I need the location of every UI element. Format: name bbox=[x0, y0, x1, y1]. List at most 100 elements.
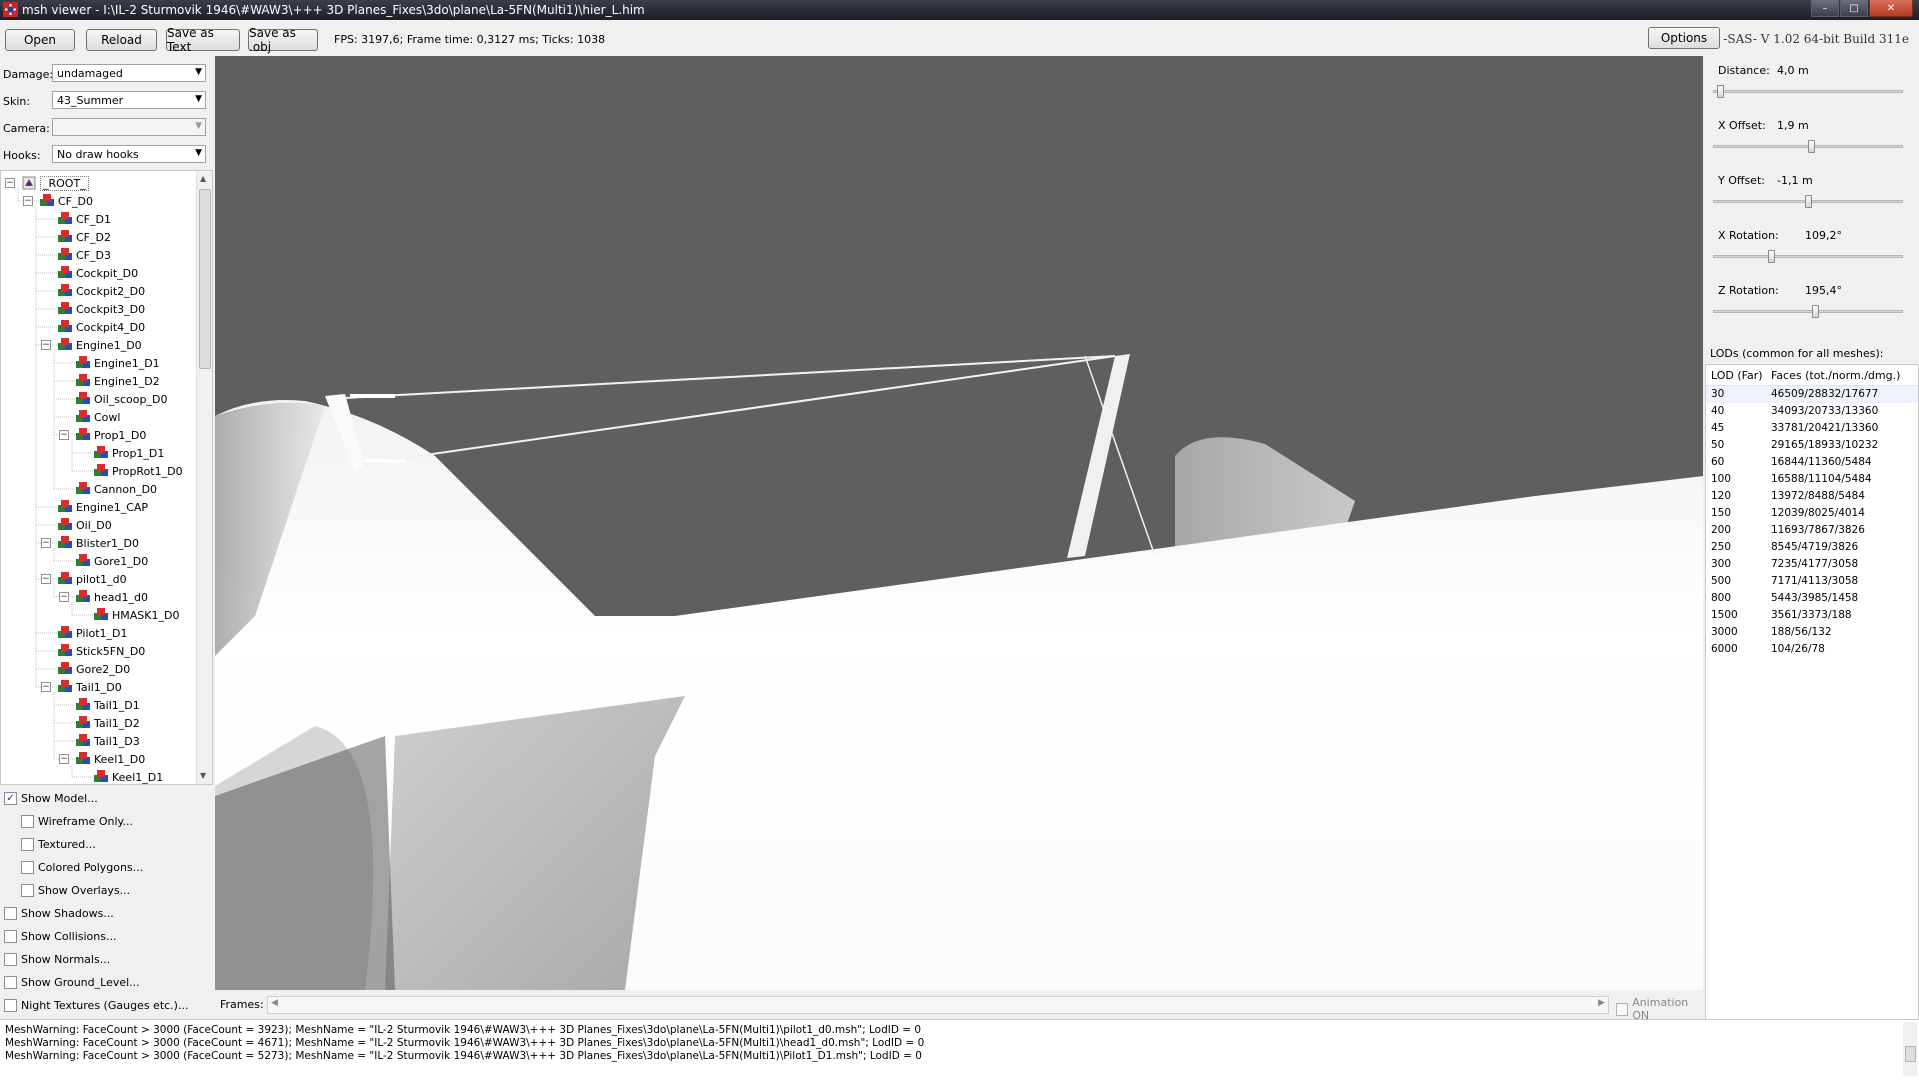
lod-row[interactable]: 60 16844/11360/5484 bbox=[1706, 454, 1918, 471]
lod-row[interactable]: 150 12039/8025/4014 bbox=[1706, 505, 1918, 522]
tree-expander-icon[interactable]: − bbox=[41, 682, 51, 692]
tree-expander-icon[interactable]: − bbox=[59, 592, 69, 602]
option-checkbox-row[interactable]: Show Ground_Level... bbox=[4, 973, 140, 991]
tree-node[interactable]: Cockpit2_D0 bbox=[57, 282, 145, 300]
tree-node[interactable]: Tail1_D2 bbox=[75, 714, 140, 732]
tree-node[interactable]: Oil_D0 bbox=[57, 516, 112, 534]
checkbox-icon[interactable] bbox=[21, 837, 34, 851]
skin-select[interactable]: 43_Summer ▼ bbox=[52, 91, 206, 109]
tree-node[interactable]: Keel1_D1 bbox=[93, 768, 163, 784]
tree-expander-icon[interactable]: − bbox=[41, 340, 51, 350]
camera-select[interactable]: ▼ bbox=[52, 118, 206, 136]
tree-node[interactable]: − Tail1_D0 bbox=[41, 678, 122, 696]
lod-row[interactable]: 800 5443/3985/1458 bbox=[1706, 590, 1918, 607]
tree-node[interactable]: Cockpit3_D0 bbox=[57, 300, 145, 318]
hooks-select[interactable]: No draw hooks ▼ bbox=[52, 145, 206, 163]
tree-node[interactable]: Pilot1_D1 bbox=[57, 624, 128, 642]
slider-handle[interactable] bbox=[1805, 195, 1812, 208]
frames-left-arrow-icon[interactable]: ◀ bbox=[271, 998, 278, 1008]
tree-node[interactable]: − head1_d0 bbox=[59, 588, 148, 606]
tree-node[interactable]: Cockpit_D0 bbox=[57, 264, 138, 282]
tree-node[interactable]: CF_D1 bbox=[57, 210, 111, 228]
tree-node[interactable]: Engine1_D1 bbox=[75, 354, 160, 372]
tree-expander-icon[interactable]: − bbox=[23, 196, 33, 206]
lod-row[interactable]: 30 46509/28832/17677 bbox=[1706, 386, 1918, 403]
slider-handle[interactable] bbox=[1808, 140, 1815, 153]
tree-expander-icon[interactable]: − bbox=[41, 574, 51, 584]
tree-node[interactable]: − Prop1_D0 bbox=[59, 426, 146, 444]
save-as-obj-button[interactable]: Save as .obj bbox=[248, 26, 318, 54]
tree-expander-icon[interactable]: − bbox=[41, 538, 51, 548]
slider-handle[interactable] bbox=[1768, 250, 1775, 263]
tree-node[interactable]: CF_D2 bbox=[57, 228, 111, 246]
option-checkbox-row[interactable]: Show Normals... bbox=[4, 950, 110, 968]
scroll-down-icon[interactable]: ▼ bbox=[200, 771, 206, 780]
scrollbar-thumb[interactable] bbox=[1905, 1046, 1916, 1062]
slider-track[interactable] bbox=[1713, 310, 1903, 313]
tree-node[interactable]: HMASK1_D0 bbox=[93, 606, 179, 624]
maximize-button[interactable]: □ bbox=[1840, 0, 1868, 17]
open-button[interactable]: Open bbox=[5, 29, 75, 51]
frames-slider[interactable]: ◀ ▶ bbox=[267, 996, 1609, 1014]
frames-right-arrow-icon[interactable]: ▶ bbox=[1598, 998, 1605, 1008]
tree-expander-icon[interactable]: − bbox=[59, 754, 69, 764]
save-as-text-button[interactable]: Save as Text bbox=[166, 26, 240, 54]
tree-node[interactable]: − _ROOT_ bbox=[5, 174, 89, 192]
reload-button[interactable]: Reload bbox=[86, 29, 157, 51]
tree-node[interactable]: Cannon_D0 bbox=[75, 480, 157, 498]
slider-track[interactable] bbox=[1713, 90, 1903, 93]
checkbox-icon[interactable] bbox=[4, 952, 17, 966]
checkbox-checked-icon[interactable]: ✓ bbox=[4, 791, 17, 805]
tree-node[interactable]: − Engine1_D0 bbox=[41, 336, 142, 354]
lod-row[interactable]: 120 13972/8488/5484 bbox=[1706, 488, 1918, 505]
checkbox-icon[interactable] bbox=[4, 998, 17, 1012]
param-slider[interactable] bbox=[1713, 250, 1903, 264]
animation-checkbox[interactable] bbox=[1616, 1002, 1629, 1016]
faces-column-header[interactable]: Faces (tot./norm./dmg.) bbox=[1771, 369, 1900, 382]
lod-row[interactable]: 300 7235/4177/3058 bbox=[1706, 556, 1918, 573]
tree-node[interactable]: PropRot1_D0 bbox=[93, 462, 183, 480]
lod-row[interactable]: 250 8545/4719/3826 bbox=[1706, 539, 1918, 556]
tree-node[interactable]: Gore2_D0 bbox=[57, 660, 130, 678]
tree-expander-icon[interactable]: − bbox=[59, 430, 69, 440]
log-scrollbar[interactable] bbox=[1903, 1022, 1917, 1076]
tree-node[interactable]: − Blister1_D0 bbox=[41, 534, 139, 552]
checkbox-icon[interactable] bbox=[21, 883, 34, 897]
lod-row[interactable]: 100 16588/11104/5484 bbox=[1706, 471, 1918, 488]
lod-row[interactable]: 3000 188/56/132 bbox=[1706, 624, 1918, 641]
tree-node[interactable]: Engine1_CAP bbox=[57, 498, 148, 516]
3d-viewport[interactable] bbox=[215, 56, 1703, 990]
param-slider[interactable] bbox=[1713, 195, 1903, 209]
param-slider[interactable] bbox=[1713, 85, 1903, 99]
option-checkbox-row[interactable]: Night Textures (Gauges etc.)... bbox=[4, 996, 188, 1014]
option-checkbox-row[interactable]: Show Shadows... bbox=[4, 904, 114, 922]
tree-node[interactable]: Prop1_D1 bbox=[93, 444, 164, 462]
option-checkbox-row[interactable]: Colored Polygons... bbox=[21, 858, 143, 876]
slider-handle[interactable] bbox=[1812, 305, 1819, 318]
tree-scrollbar[interactable]: ▲ ▼ bbox=[196, 171, 212, 784]
slider-track[interactable] bbox=[1713, 255, 1903, 258]
tree-node[interactable]: Gore1_D0 bbox=[75, 552, 148, 570]
options-button[interactable]: Options bbox=[1648, 27, 1720, 49]
lod-row[interactable]: 200 11693/7867/3826 bbox=[1706, 522, 1918, 539]
tree-node[interactable]: − CF_D0 bbox=[23, 192, 93, 210]
checkbox-icon[interactable] bbox=[4, 906, 17, 920]
param-slider[interactable] bbox=[1713, 140, 1903, 154]
lod-row[interactable]: 6000 104/26/78 bbox=[1706, 641, 1918, 658]
tree-node[interactable]: − pilot1_d0 bbox=[41, 570, 127, 588]
checkbox-icon[interactable] bbox=[4, 975, 17, 989]
lod-row[interactable]: 40 34093/20733/13360 bbox=[1706, 403, 1918, 420]
checkbox-icon[interactable] bbox=[4, 929, 17, 943]
tree-node[interactable]: Stick5FN_D0 bbox=[57, 642, 145, 660]
damage-select[interactable]: undamaged ▼ bbox=[52, 64, 206, 82]
tree-node[interactable]: Engine1_D2 bbox=[75, 372, 160, 390]
scroll-up-icon[interactable]: ▲ bbox=[200, 174, 206, 183]
lod-column-header[interactable]: LOD (Far) bbox=[1711, 369, 1763, 382]
tree-node[interactable]: CF_D3 bbox=[57, 246, 111, 264]
tree-expander-icon[interactable]: − bbox=[5, 178, 15, 188]
lod-row[interactable]: 50 29165/18933/10232 bbox=[1706, 437, 1918, 454]
param-slider[interactable] bbox=[1713, 305, 1903, 319]
slider-handle[interactable] bbox=[1717, 85, 1724, 98]
scrollbar-thumb[interactable] bbox=[199, 189, 211, 369]
checkbox-icon[interactable] bbox=[21, 814, 34, 828]
